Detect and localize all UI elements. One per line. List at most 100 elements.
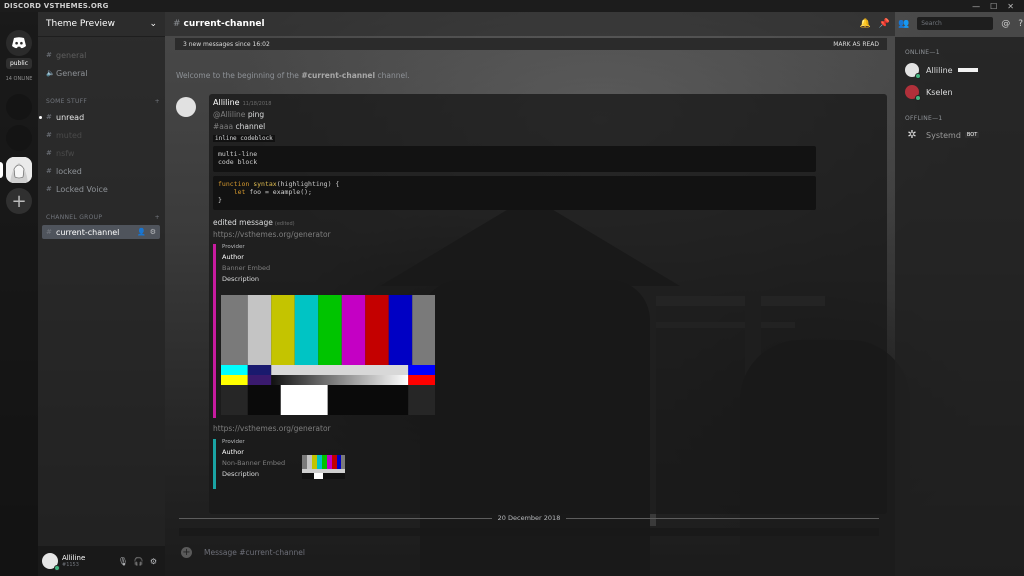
embed-provider[interactable]: Provider — [222, 244, 270, 250]
hash-icon: # — [46, 149, 52, 157]
window-controls: — ☐ ✕ — [972, 2, 1020, 11]
message-text: edited message — [213, 218, 273, 227]
gear-icon[interactable]: ⚙ — [150, 228, 156, 236]
server-rail: public 14 ONLINE + — [0, 12, 38, 576]
selected-server-indicator — [0, 162, 3, 178]
channel-current[interactable]: # current-channel 👤 ⚙ — [42, 225, 160, 239]
member-name: Kselen — [926, 87, 953, 97]
chevron-down-icon: ⌄ — [149, 19, 157, 29]
pin-icon[interactable]: 📌 — [879, 19, 890, 29]
code-block: multi-line code block — [213, 146, 816, 172]
server-icon-selected[interactable] — [6, 157, 32, 183]
close-button[interactable]: ✕ — [1007, 2, 1014, 11]
code-text: (highlighting) { — [276, 180, 340, 188]
mark-as-read-button[interactable]: MARK AS READ — [833, 41, 879, 48]
message-channel-mention: #aaa channel — [213, 122, 265, 131]
category-some-stuff[interactable]: SOME STUFF + — [46, 98, 160, 105]
channel-muted[interactable]: # muted — [42, 128, 160, 142]
hash-icon: # — [46, 131, 52, 139]
add-channel-icon[interactable]: + — [155, 214, 160, 221]
message-composer[interactable]: + Message #current-channel — [175, 542, 887, 562]
search-input[interactable]: Search — [917, 17, 994, 30]
channel-unread[interactable]: # unread — [39, 110, 160, 124]
message-text: channel — [235, 122, 266, 131]
title-bar: DISCORD VSTHEMES.ORG — ☐ ✕ — [0, 0, 1024, 12]
embed-description: Description — [222, 470, 260, 478]
embed-description: Description — [222, 275, 260, 283]
welcome-channel: #current-channel — [301, 71, 376, 80]
embed-title[interactable]: Banner Embed — [222, 264, 270, 272]
user-info: Alliline #1153 — [62, 554, 85, 568]
edited-marker: (edited) — [274, 221, 295, 227]
maximize-button[interactable]: ☐ — [990, 2, 997, 11]
channel-label: Locked Voice — [56, 184, 108, 194]
gear-icon[interactable]: ⚙ — [150, 557, 157, 566]
new-messages-bar[interactable]: 3 new messages since 16:02 MARK AS READ — [175, 38, 887, 50]
member-item[interactable]: ✲ Systemd BOT — [905, 128, 980, 142]
category-label: CHANNEL GROUP — [46, 214, 103, 221]
member-name: Systemd — [926, 130, 961, 140]
anime-avatar-icon — [6, 157, 32, 183]
next-message-peek — [179, 528, 879, 536]
avatar — [905, 63, 921, 79]
message-inline-code: inline codeblock — [213, 133, 275, 142]
channel-mention[interactable]: #aaa — [213, 122, 233, 131]
channel-locked[interactable]: # locked — [42, 164, 160, 178]
server-pill-public[interactable]: public — [6, 58, 32, 69]
embed-image-color-bars[interactable] — [221, 295, 435, 415]
member-category-offline: OFFLINE—1 — [905, 115, 943, 122]
embed-provider[interactable]: Provider — [222, 439, 285, 445]
divider-rule — [566, 517, 879, 519]
help-icon[interactable]: ? — [1018, 19, 1023, 29]
category-label: SOME STUFF — [46, 98, 88, 105]
microphone-icon[interactable]: 🎙 — [118, 557, 128, 566]
member-item[interactable]: Kselen — [905, 85, 953, 101]
server-header[interactable]: Theme Preview ⌄ — [38, 12, 165, 37]
add-server-button[interactable]: + — [6, 188, 32, 214]
timestamp: 11/18/2018 — [242, 101, 272, 107]
member-name: Alliline — [926, 65, 953, 75]
mention-icon[interactable]: @ — [1001, 19, 1010, 29]
member-item[interactable]: Alliline — [905, 63, 978, 79]
server-icon[interactable] — [6, 94, 32, 120]
channel-general-text[interactable]: # general — [42, 48, 160, 62]
channel-label: unread — [56, 112, 85, 122]
hash-icon: # — [173, 19, 181, 29]
avatar — [905, 85, 921, 101]
code-text: foo = example(); — [245, 188, 312, 196]
attach-plus-icon[interactable]: + — [181, 546, 192, 558]
channel-locked-voice[interactable]: # Locked Voice — [42, 182, 160, 196]
welcome-text-end: channel. — [375, 71, 410, 80]
message-link[interactable]: https://vsthemes.org/generator — [213, 424, 331, 433]
channel-nsfw[interactable]: # nsfw — [42, 146, 160, 160]
embed-author[interactable]: Author — [222, 448, 285, 456]
embed-title[interactable]: Non-Banner Embed — [222, 459, 285, 467]
members-icon[interactable]: 👥 — [898, 19, 909, 29]
message-link[interactable]: https://vsthemes.org/generator — [213, 230, 331, 239]
bell-icon[interactable]: 🔔 — [860, 19, 871, 29]
invite-icon[interactable]: 👤 — [137, 228, 146, 236]
message-edited: edited message (edited) — [213, 218, 295, 227]
add-channel-icon[interactable]: + — [155, 98, 160, 105]
server-icon[interactable] — [6, 125, 32, 151]
avatar[interactable] — [42, 553, 60, 571]
minimize-button[interactable]: — — [972, 2, 980, 11]
message-text: ping — [247, 110, 265, 119]
category-channel-group[interactable]: CHANNEL GROUP + — [46, 214, 160, 221]
headphones-icon[interactable]: 🎧 — [134, 557, 144, 566]
message-input[interactable]: Message #current-channel — [204, 548, 305, 557]
user-mention[interactable]: @Alliline — [213, 110, 245, 119]
embed-author[interactable]: Author — [222, 253, 270, 261]
embed-thumbnail-color-bars[interactable] — [302, 455, 345, 479]
channel-label: general — [56, 50, 87, 60]
code-block-highlighted: function syntax(highlighting) { let foo … — [213, 176, 816, 210]
author-name[interactable]: Alliline — [213, 98, 240, 107]
date-divider: 20 December 2018 — [179, 513, 879, 523]
status-online-icon — [915, 95, 921, 101]
divider-rule — [179, 517, 492, 519]
channel-general-voice[interactable]: 🔈 General — [42, 66, 160, 80]
avatar[interactable] — [176, 97, 196, 117]
discord-logo-icon — [12, 37, 26, 49]
home-button[interactable] — [6, 30, 32, 56]
member-badge — [957, 68, 978, 72]
